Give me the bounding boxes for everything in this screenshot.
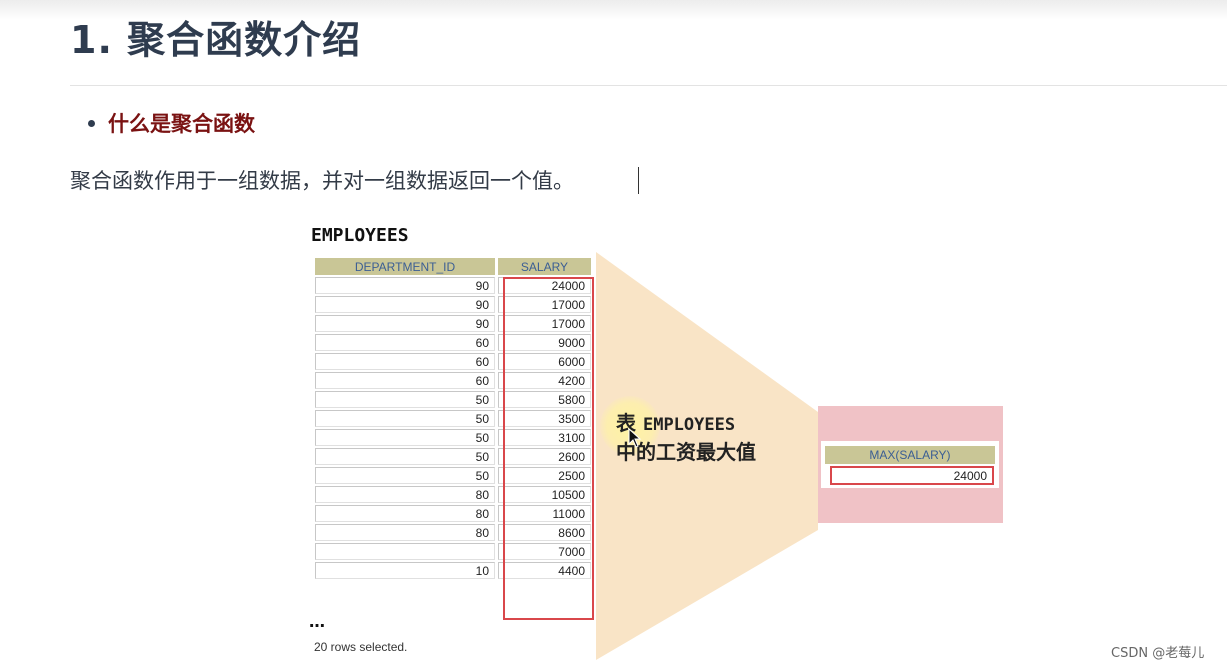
slide-page: 1. 聚合函数介绍 什么是聚合函数 聚合函数作用于一组数据，并对一组数据返回一个… bbox=[0, 0, 1227, 669]
mouse-cursor-icon bbox=[628, 428, 642, 448]
more-rows-ellipsis: … bbox=[309, 612, 325, 631]
column-header-salary: SALARY bbox=[498, 258, 591, 275]
section-subheading: 什么是聚合函数 bbox=[108, 112, 255, 136]
department-id-cell: 10 bbox=[315, 562, 495, 579]
csdn-watermark: CSDN @老莓儿 bbox=[1111, 646, 1205, 661]
department-id-cell: 50 bbox=[315, 391, 495, 408]
department-id-cell: 50 bbox=[315, 410, 495, 427]
max-salary-value: 24000 bbox=[830, 466, 994, 485]
bullet-dot-icon bbox=[88, 120, 95, 127]
page-title: 1. 聚合函数介绍 bbox=[70, 18, 362, 62]
department-id-cell: 90 bbox=[315, 277, 495, 294]
text-caret bbox=[638, 167, 639, 194]
department-id-cell: 80 bbox=[315, 505, 495, 522]
department-id-cell bbox=[315, 543, 495, 560]
rows-selected-note: 20 rows selected. bbox=[314, 640, 408, 654]
department-id-cell: 50 bbox=[315, 429, 495, 446]
title-divider bbox=[70, 85, 1227, 86]
department-id-cell: 50 bbox=[315, 467, 495, 484]
department-id-cell: 80 bbox=[315, 486, 495, 503]
callout-table-name: EMPLOYEES bbox=[642, 415, 736, 435]
salary-column-highlight bbox=[503, 277, 594, 620]
department-id-cell: 90 bbox=[315, 296, 495, 313]
department-id-cell: 90 bbox=[315, 315, 495, 332]
department-id-cell: 60 bbox=[315, 372, 495, 389]
department-id-cell: 60 bbox=[315, 334, 495, 351]
department-id-cell: 80 bbox=[315, 524, 495, 541]
employees-table-title: EMPLOYEES bbox=[311, 225, 409, 246]
department-id-cell: 50 bbox=[315, 448, 495, 465]
intro-paragraph: 聚合函数作用于一组数据，并对一组数据返回一个值。 bbox=[70, 169, 574, 193]
max-salary-table: MAX(SALARY) 24000 bbox=[821, 441, 999, 488]
column-header-department-id: DEPARTMENT_ID bbox=[315, 258, 495, 275]
department-id-cell: 60 bbox=[315, 353, 495, 370]
max-salary-header: MAX(SALARY) bbox=[825, 446, 995, 464]
